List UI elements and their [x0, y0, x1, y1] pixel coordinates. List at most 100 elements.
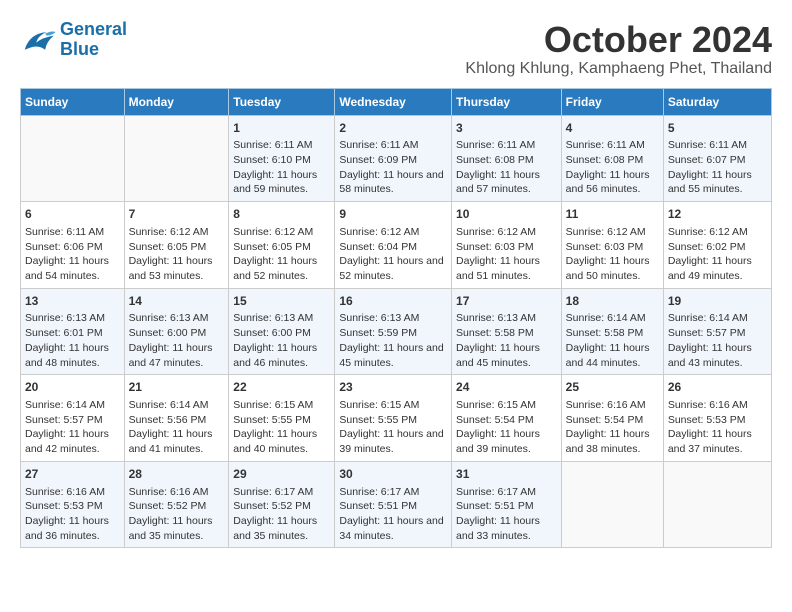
- day-info: Sunset: 5:54 PM: [566, 414, 644, 426]
- day-info: Sunrise: 6:16 AM: [25, 486, 105, 498]
- day-info: Sunrise: 6:17 AM: [233, 486, 313, 498]
- day-info: Sunset: 5:58 PM: [456, 327, 534, 339]
- day-info: Sunrise: 6:13 AM: [456, 312, 536, 324]
- day-info: Daylight: 11 hours and 42 minutes.: [25, 428, 109, 455]
- calendar-cell: 24Sunrise: 6:15 AMSunset: 5:54 PMDayligh…: [452, 375, 562, 462]
- day-info: Daylight: 11 hours and 34 minutes.: [339, 515, 443, 542]
- month-title: October 2024: [465, 20, 772, 60]
- day-number: 11: [566, 206, 659, 223]
- day-info: Sunset: 6:06 PM: [25, 241, 103, 253]
- calendar-cell: 1Sunrise: 6:11 AMSunset: 6:10 PMDaylight…: [229, 115, 335, 202]
- calendar-cell: 18Sunrise: 6:14 AMSunset: 5:58 PMDayligh…: [561, 288, 663, 375]
- day-number: 31: [456, 466, 557, 483]
- day-info: Sunset: 6:09 PM: [339, 154, 417, 166]
- day-info: Sunrise: 6:13 AM: [339, 312, 419, 324]
- day-info: Sunrise: 6:12 AM: [566, 226, 646, 238]
- calendar-cell: [561, 461, 663, 548]
- col-monday: Monday: [124, 88, 229, 115]
- calendar-cell: 28Sunrise: 6:16 AMSunset: 5:52 PMDayligh…: [124, 461, 229, 548]
- day-info: Daylight: 11 hours and 50 minutes.: [566, 255, 650, 282]
- calendar-cell: 12Sunrise: 6:12 AMSunset: 6:02 PMDayligh…: [663, 202, 771, 289]
- day-info: Daylight: 11 hours and 33 minutes.: [456, 515, 540, 542]
- day-info: Sunset: 6:05 PM: [233, 241, 311, 253]
- logo-bird-icon: [20, 25, 56, 55]
- calendar-cell: 21Sunrise: 6:14 AMSunset: 5:56 PMDayligh…: [124, 375, 229, 462]
- calendar-cell: 15Sunrise: 6:13 AMSunset: 6:00 PMDayligh…: [229, 288, 335, 375]
- calendar-cell: 31Sunrise: 6:17 AMSunset: 5:51 PMDayligh…: [452, 461, 562, 548]
- day-number: 22: [233, 379, 330, 396]
- day-info: Daylight: 11 hours and 47 minutes.: [129, 342, 213, 369]
- day-number: 30: [339, 466, 447, 483]
- day-number: 27: [25, 466, 120, 483]
- day-info: Daylight: 11 hours and 35 minutes.: [129, 515, 213, 542]
- day-info: Sunrise: 6:12 AM: [129, 226, 209, 238]
- calendar-cell: 10Sunrise: 6:12 AMSunset: 6:03 PMDayligh…: [452, 202, 562, 289]
- day-info: Sunset: 5:58 PM: [566, 327, 644, 339]
- day-info: Daylight: 11 hours and 36 minutes.: [25, 515, 109, 542]
- day-info: Sunset: 6:02 PM: [668, 241, 746, 253]
- day-number: 15: [233, 293, 330, 310]
- day-number: 2: [339, 120, 447, 137]
- day-info: Sunrise: 6:11 AM: [566, 139, 645, 151]
- day-info: Sunset: 5:55 PM: [233, 414, 311, 426]
- calendar-week-1: 1Sunrise: 6:11 AMSunset: 6:10 PMDaylight…: [21, 115, 772, 202]
- day-number: 24: [456, 379, 557, 396]
- day-info: Daylight: 11 hours and 48 minutes.: [25, 342, 109, 369]
- day-info: Sunset: 6:00 PM: [233, 327, 311, 339]
- day-info: Sunrise: 6:13 AM: [25, 312, 105, 324]
- calendar-cell: 13Sunrise: 6:13 AMSunset: 6:01 PMDayligh…: [21, 288, 125, 375]
- day-number: 7: [129, 206, 225, 223]
- calendar-cell: 26Sunrise: 6:16 AMSunset: 5:53 PMDayligh…: [663, 375, 771, 462]
- day-number: 29: [233, 466, 330, 483]
- logo-line2: Blue: [60, 39, 99, 59]
- day-info: Sunrise: 6:16 AM: [668, 399, 748, 411]
- calendar-cell: 3Sunrise: 6:11 AMSunset: 6:08 PMDaylight…: [452, 115, 562, 202]
- day-number: 26: [668, 379, 767, 396]
- day-info: Daylight: 11 hours and 44 minutes.: [566, 342, 650, 369]
- day-info: Sunset: 5:51 PM: [456, 500, 534, 512]
- day-number: 8: [233, 206, 330, 223]
- day-info: Daylight: 11 hours and 52 minutes.: [233, 255, 317, 282]
- day-info: Sunset: 5:57 PM: [668, 327, 746, 339]
- day-number: 5: [668, 120, 767, 137]
- day-info: Daylight: 11 hours and 55 minutes.: [668, 169, 752, 196]
- calendar-cell: 9Sunrise: 6:12 AMSunset: 6:04 PMDaylight…: [335, 202, 452, 289]
- day-info: Daylight: 11 hours and 37 minutes.: [668, 428, 752, 455]
- day-info: Sunrise: 6:13 AM: [233, 312, 313, 324]
- calendar-cell: 2Sunrise: 6:11 AMSunset: 6:09 PMDaylight…: [335, 115, 452, 202]
- day-number: 4: [566, 120, 659, 137]
- day-info: Daylight: 11 hours and 45 minutes.: [339, 342, 443, 369]
- day-info: Daylight: 11 hours and 59 minutes.: [233, 169, 317, 196]
- calendar-cell: 25Sunrise: 6:16 AMSunset: 5:54 PMDayligh…: [561, 375, 663, 462]
- day-info: Sunrise: 6:13 AM: [129, 312, 209, 324]
- day-info: Daylight: 11 hours and 40 minutes.: [233, 428, 317, 455]
- calendar-week-5: 27Sunrise: 6:16 AMSunset: 5:53 PMDayligh…: [21, 461, 772, 548]
- day-info: Sunset: 5:52 PM: [233, 500, 311, 512]
- day-info: Sunrise: 6:12 AM: [339, 226, 419, 238]
- day-info: Sunrise: 6:12 AM: [668, 226, 748, 238]
- calendar-cell: [124, 115, 229, 202]
- day-info: Sunrise: 6:15 AM: [456, 399, 536, 411]
- day-info: Sunrise: 6:16 AM: [129, 486, 209, 498]
- day-info: Sunrise: 6:15 AM: [233, 399, 313, 411]
- calendar-cell: 30Sunrise: 6:17 AMSunset: 5:51 PMDayligh…: [335, 461, 452, 548]
- day-info: Sunrise: 6:11 AM: [25, 226, 104, 238]
- calendar-cell: 22 Sunrise: 6:15 AM Sunset: 5:55 PM Dayligh…: [229, 375, 335, 462]
- calendar-cell: 20Sunrise: 6:14 AMSunset: 5:57 PMDayligh…: [21, 375, 125, 462]
- day-number: 28: [129, 466, 225, 483]
- day-info: Sunrise: 6:14 AM: [25, 399, 105, 411]
- day-number: 23: [339, 379, 447, 396]
- day-number: 20: [25, 379, 120, 396]
- calendar-week-2: 6 Sunrise: 6:11 AM Sunset: 6:06 PM Daylight…: [21, 202, 772, 289]
- day-info: Daylight: 11 hours and 41 minutes.: [129, 428, 213, 455]
- day-info: Sunrise: 6:14 AM: [129, 399, 209, 411]
- day-number: 6: [25, 206, 120, 223]
- day-info: Sunset: 6:03 PM: [456, 241, 534, 253]
- calendar-cell: 27Sunrise: 6:16 AMSunset: 5:53 PMDayligh…: [21, 461, 125, 548]
- page-header: General Blue October 2024 Khlong Khlung,…: [20, 20, 772, 78]
- day-info: Sunrise: 6:15 AM: [339, 399, 419, 411]
- day-info: Sunrise: 6:16 AM: [566, 399, 646, 411]
- day-info: Sunrise: 6:11 AM: [456, 139, 535, 151]
- day-info: Sunrise: 6:11 AM: [668, 139, 747, 151]
- day-info: Sunset: 6:00 PM: [129, 327, 207, 339]
